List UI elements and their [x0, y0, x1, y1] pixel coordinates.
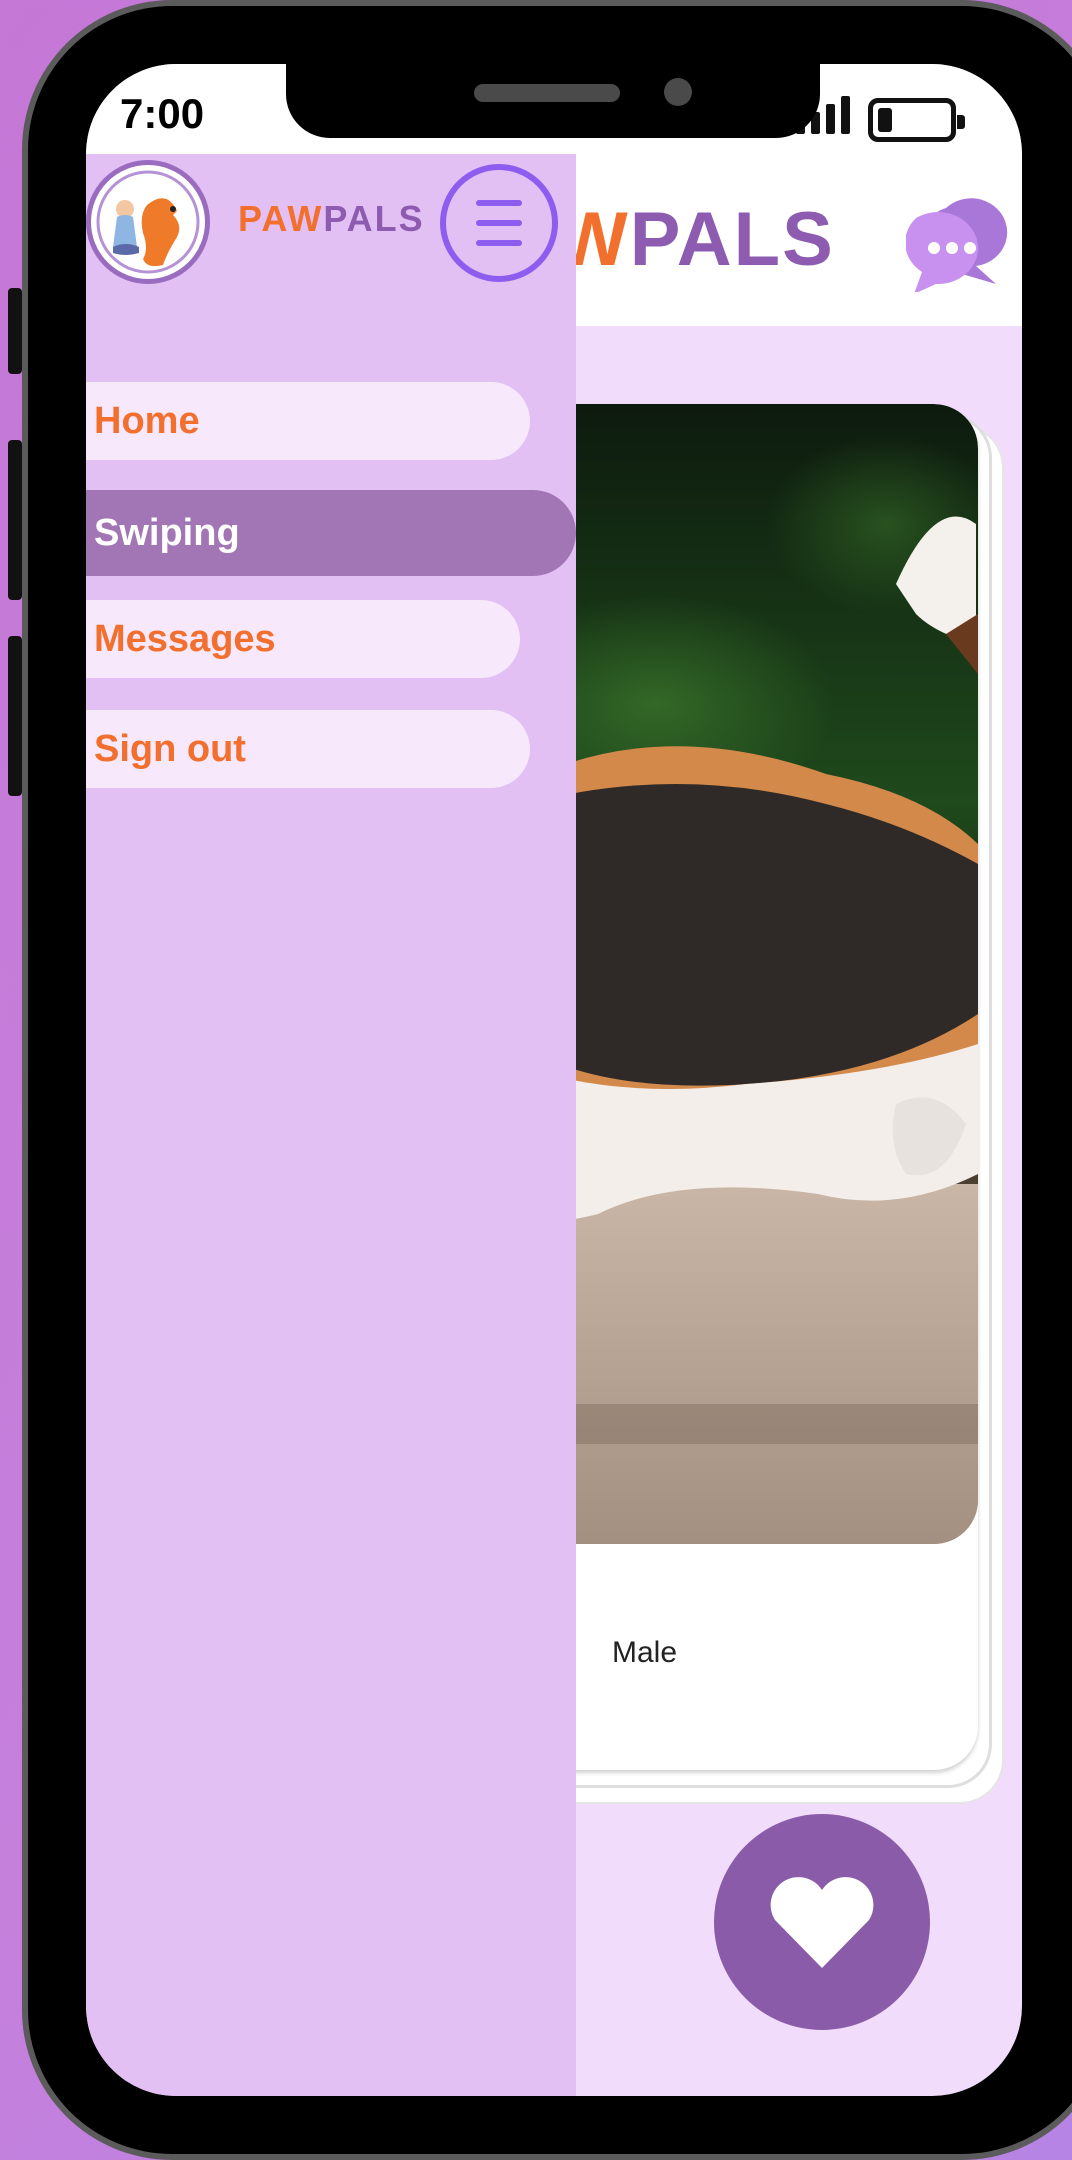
pet-gender: Male: [612, 1636, 678, 1669]
hamburger-menu-icon[interactable]: [440, 164, 558, 282]
nav-item-label: Swiping: [94, 511, 240, 554]
nav-item-home[interactable]: Home: [86, 382, 530, 460]
drawer-brand-paw: PAW: [238, 198, 324, 239]
nav-item-sign-out[interactable]: Sign out: [86, 710, 530, 788]
paw-pals-logo: [86, 160, 210, 284]
volume-up-button: [8, 440, 22, 600]
notch: [286, 64, 820, 138]
app-screen: 7:00 WPALS Male PAWPALS Home Swiping Mes…: [86, 64, 1022, 2096]
volume-down-button: [8, 636, 22, 796]
mute-switch: [8, 288, 22, 374]
heart-icon: [770, 1877, 874, 1968]
nav-item-messages[interactable]: Messages: [86, 600, 520, 678]
drawer-brand-pals: PALS: [323, 198, 425, 239]
speaker: [474, 84, 620, 102]
like-button[interactable]: [714, 1814, 930, 2030]
status-time: 7:00: [120, 90, 205, 137]
nav-item-swiping[interactable]: Swiping: [86, 490, 576, 576]
front-camera: [664, 78, 692, 106]
nav-item-label: Home: [94, 399, 200, 442]
battery-icon: [868, 98, 965, 142]
chat-bubbles-icon[interactable]: [905, 184, 1008, 294]
app-title: WPALS: [556, 196, 835, 283]
nav-item-label: Sign out: [94, 727, 246, 770]
navigation-drawer: PAWPALS Home Swiping Messages Sign out: [86, 154, 576, 2096]
drawer-brand: PAWPALS: [238, 198, 425, 240]
app-title-rest: PALS: [629, 197, 835, 282]
nav-item-label: Messages: [94, 617, 276, 660]
